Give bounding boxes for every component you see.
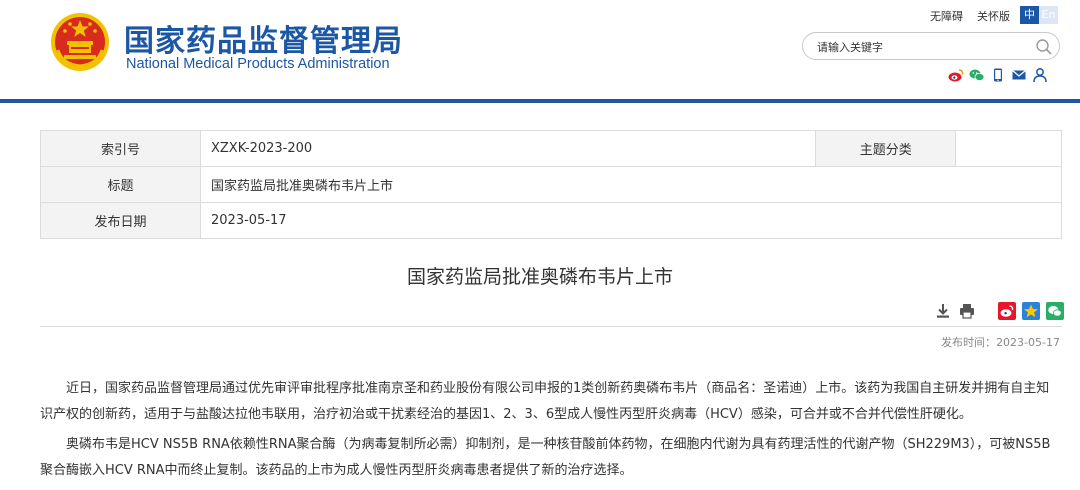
mail-icon[interactable]	[1011, 67, 1027, 83]
topic-category-value	[955, 130, 1062, 167]
wechat-icon[interactable]	[969, 67, 985, 83]
table-row: 索引号 XZXK-2023-200 主题分类	[40, 130, 1062, 167]
index-number-value: XZXK-2023-200	[199, 130, 817, 167]
table-row: 标题 国家药监局批准奥磷布韦片上市	[40, 166, 1062, 203]
top-links: 无障碍 关怀版	[930, 8, 1024, 24]
weibo-share-icon[interactable]	[998, 302, 1016, 320]
weibo-icon[interactable]	[948, 67, 964, 83]
lang-english-button[interactable]: En	[1039, 6, 1058, 24]
publish-time-value: 2023-05-17	[996, 336, 1060, 349]
site-header: 国家药品监督管理局 National Medical Products Admi…	[0, 0, 1080, 100]
accessibility-link[interactable]: 无障碍	[930, 10, 963, 23]
article-tools	[934, 302, 1064, 320]
metadata-table: 索引号 XZXK-2023-200 主题分类 标题 国家药监局批准奥磷布韦片上市…	[40, 130, 1062, 239]
download-icon[interactable]	[934, 302, 952, 320]
article-title: 国家药监局批准奥磷布韦片上市	[406, 266, 673, 288]
lang-chinese-button[interactable]: 中	[1020, 6, 1039, 24]
search-box	[802, 32, 1060, 60]
care-mode-link[interactable]: 关怀版	[977, 10, 1010, 23]
header-divider	[0, 99, 1080, 103]
publish-date-label: 发布日期	[40, 202, 201, 239]
table-row: 发布日期 2023-05-17	[40, 202, 1062, 239]
publish-date-value: 2023-05-17	[200, 202, 1062, 239]
social-icons	[948, 67, 1048, 83]
search-input[interactable]	[817, 38, 1027, 56]
title-label: 标题	[40, 166, 201, 203]
wechat-share-icon[interactable]	[1046, 302, 1064, 320]
site-title-chinese: 国家药品监督管理局	[124, 24, 403, 59]
index-number-label: 索引号	[40, 130, 201, 167]
print-icon[interactable]	[958, 302, 976, 320]
topic-category-label: 主题分类	[815, 130, 957, 167]
site-title-english: National Medical Products Administration	[126, 56, 390, 72]
article-paragraph: 近日，国家药品监督管理局通过优先审评审批程序批准南京圣和药业股份有限公司申报的1…	[40, 381, 1050, 422]
language-switch: 中 En	[1020, 6, 1058, 24]
qzone-share-icon[interactable]	[1022, 302, 1040, 320]
publish-time-label: 发布时间：	[941, 336, 997, 349]
article-paragraph: 奥磷布韦是HCV NS5B RNA依赖性RNA聚合酶（为病毒复制所必需）抑制剂，…	[40, 437, 1051, 478]
national-emblem-logo[interactable]	[50, 12, 110, 72]
title-value: 国家药监局批准奥磷布韦片上市	[200, 166, 1062, 203]
mobile-icon[interactable]	[990, 67, 1006, 83]
search-icon[interactable]	[1035, 38, 1053, 56]
publish-time: 发布时间：2023-05-17	[900, 334, 1060, 350]
user-icon[interactable]	[1032, 67, 1048, 83]
article-divider	[40, 326, 1062, 327]
